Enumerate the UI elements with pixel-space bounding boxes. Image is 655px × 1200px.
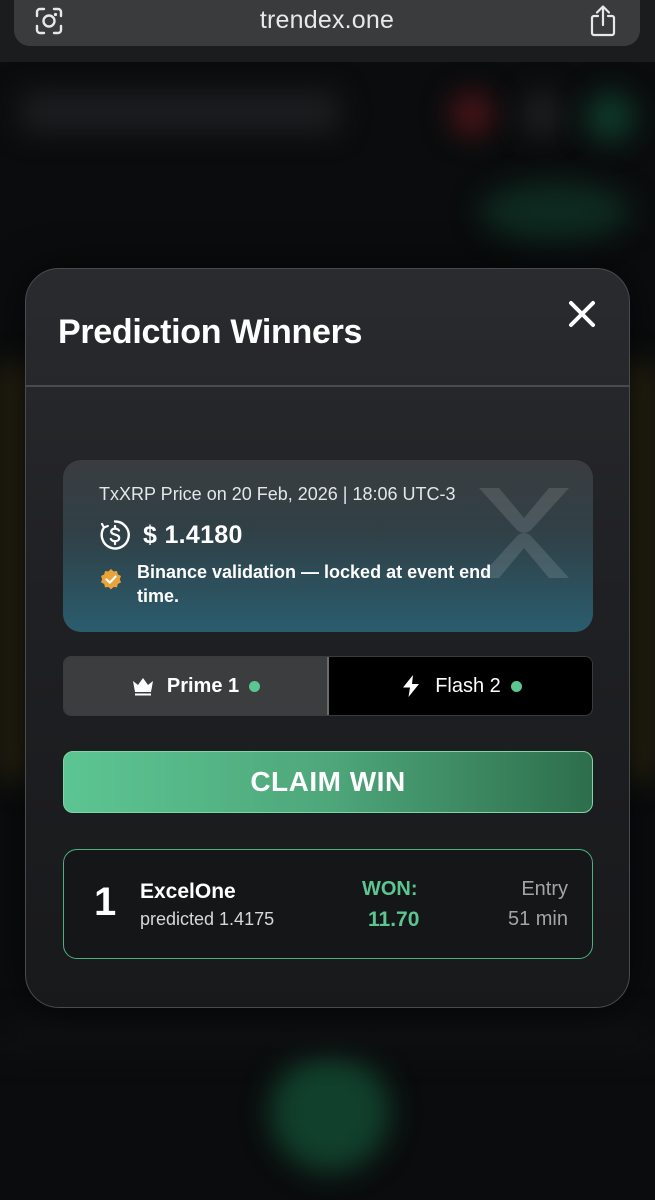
crown-icon (132, 678, 153, 696)
bg-icon-blur (450, 92, 494, 136)
bg-header-blur (20, 92, 340, 132)
price-caption: TxXRP Price on 20 Feb, 2026 | 18:06 UTC-… (99, 484, 456, 504)
status-dot (249, 680, 261, 692)
won-label: WON: (362, 878, 418, 900)
browser-bar: trendex.one (0, 0, 655, 62)
winner-tabs: Prime 1 Flash 2 (63, 656, 593, 716)
url-text: trendex.one (259, 6, 395, 34)
modal-title: Prediction Winners (58, 313, 363, 351)
bg-icon-blur (585, 92, 635, 142)
bg-icon-blur (520, 92, 564, 136)
lightning-icon (403, 675, 420, 697)
tab-flash-label: Flash 2 (435, 674, 501, 697)
winner-prediction: predicted 1.4175 (140, 909, 275, 929)
tab-prime-label: Prime 1 (166, 674, 240, 697)
header-divider (26, 385, 629, 387)
dollar-circle-icon (100, 520, 130, 550)
claim-win-button[interactable]: CLAIM WIN (63, 751, 593, 813)
winner-name: ExcelOne (140, 880, 236, 903)
price-card: TxXRP Price on 20 Feb, 2026 | 18:06 UTC-… (63, 460, 593, 632)
price-value: $ 1.4180 (143, 520, 243, 549)
bg-tab-blur (480, 182, 630, 242)
validation-text: Binance validation — locked at event end… (137, 562, 492, 606)
winner-row: 1 ExcelOne predicted 1.4175 WON: 11.70 E… (63, 849, 593, 959)
verified-badge-icon (101, 569, 121, 590)
won-value: 11.70 (368, 908, 420, 931)
address-bar[interactable]: trendex.one (14, 0, 640, 46)
tab-flash[interactable]: Flash 2 (329, 657, 592, 715)
tab-prime[interactable]: Prime 1 (64, 657, 329, 715)
bg-fab-blur (270, 1052, 390, 1172)
entry-value: 51 min (507, 908, 568, 930)
winners-modal: Prediction Winners TxXRP Price on 20 Feb… (25, 268, 630, 1008)
close-icon[interactable] (565, 297, 599, 331)
price-row: $ 1.4180 (99, 518, 243, 552)
validation-note: Binance validation — locked at event end… (99, 560, 529, 608)
entry-label: Entry (521, 878, 568, 900)
bg-nav-blur (0, 1022, 655, 1052)
share-icon[interactable] (588, 4, 618, 38)
claim-win-label: CLAIM WIN (250, 766, 406, 797)
status-dot (510, 680, 522, 692)
winner-rank: 1 (94, 880, 117, 924)
